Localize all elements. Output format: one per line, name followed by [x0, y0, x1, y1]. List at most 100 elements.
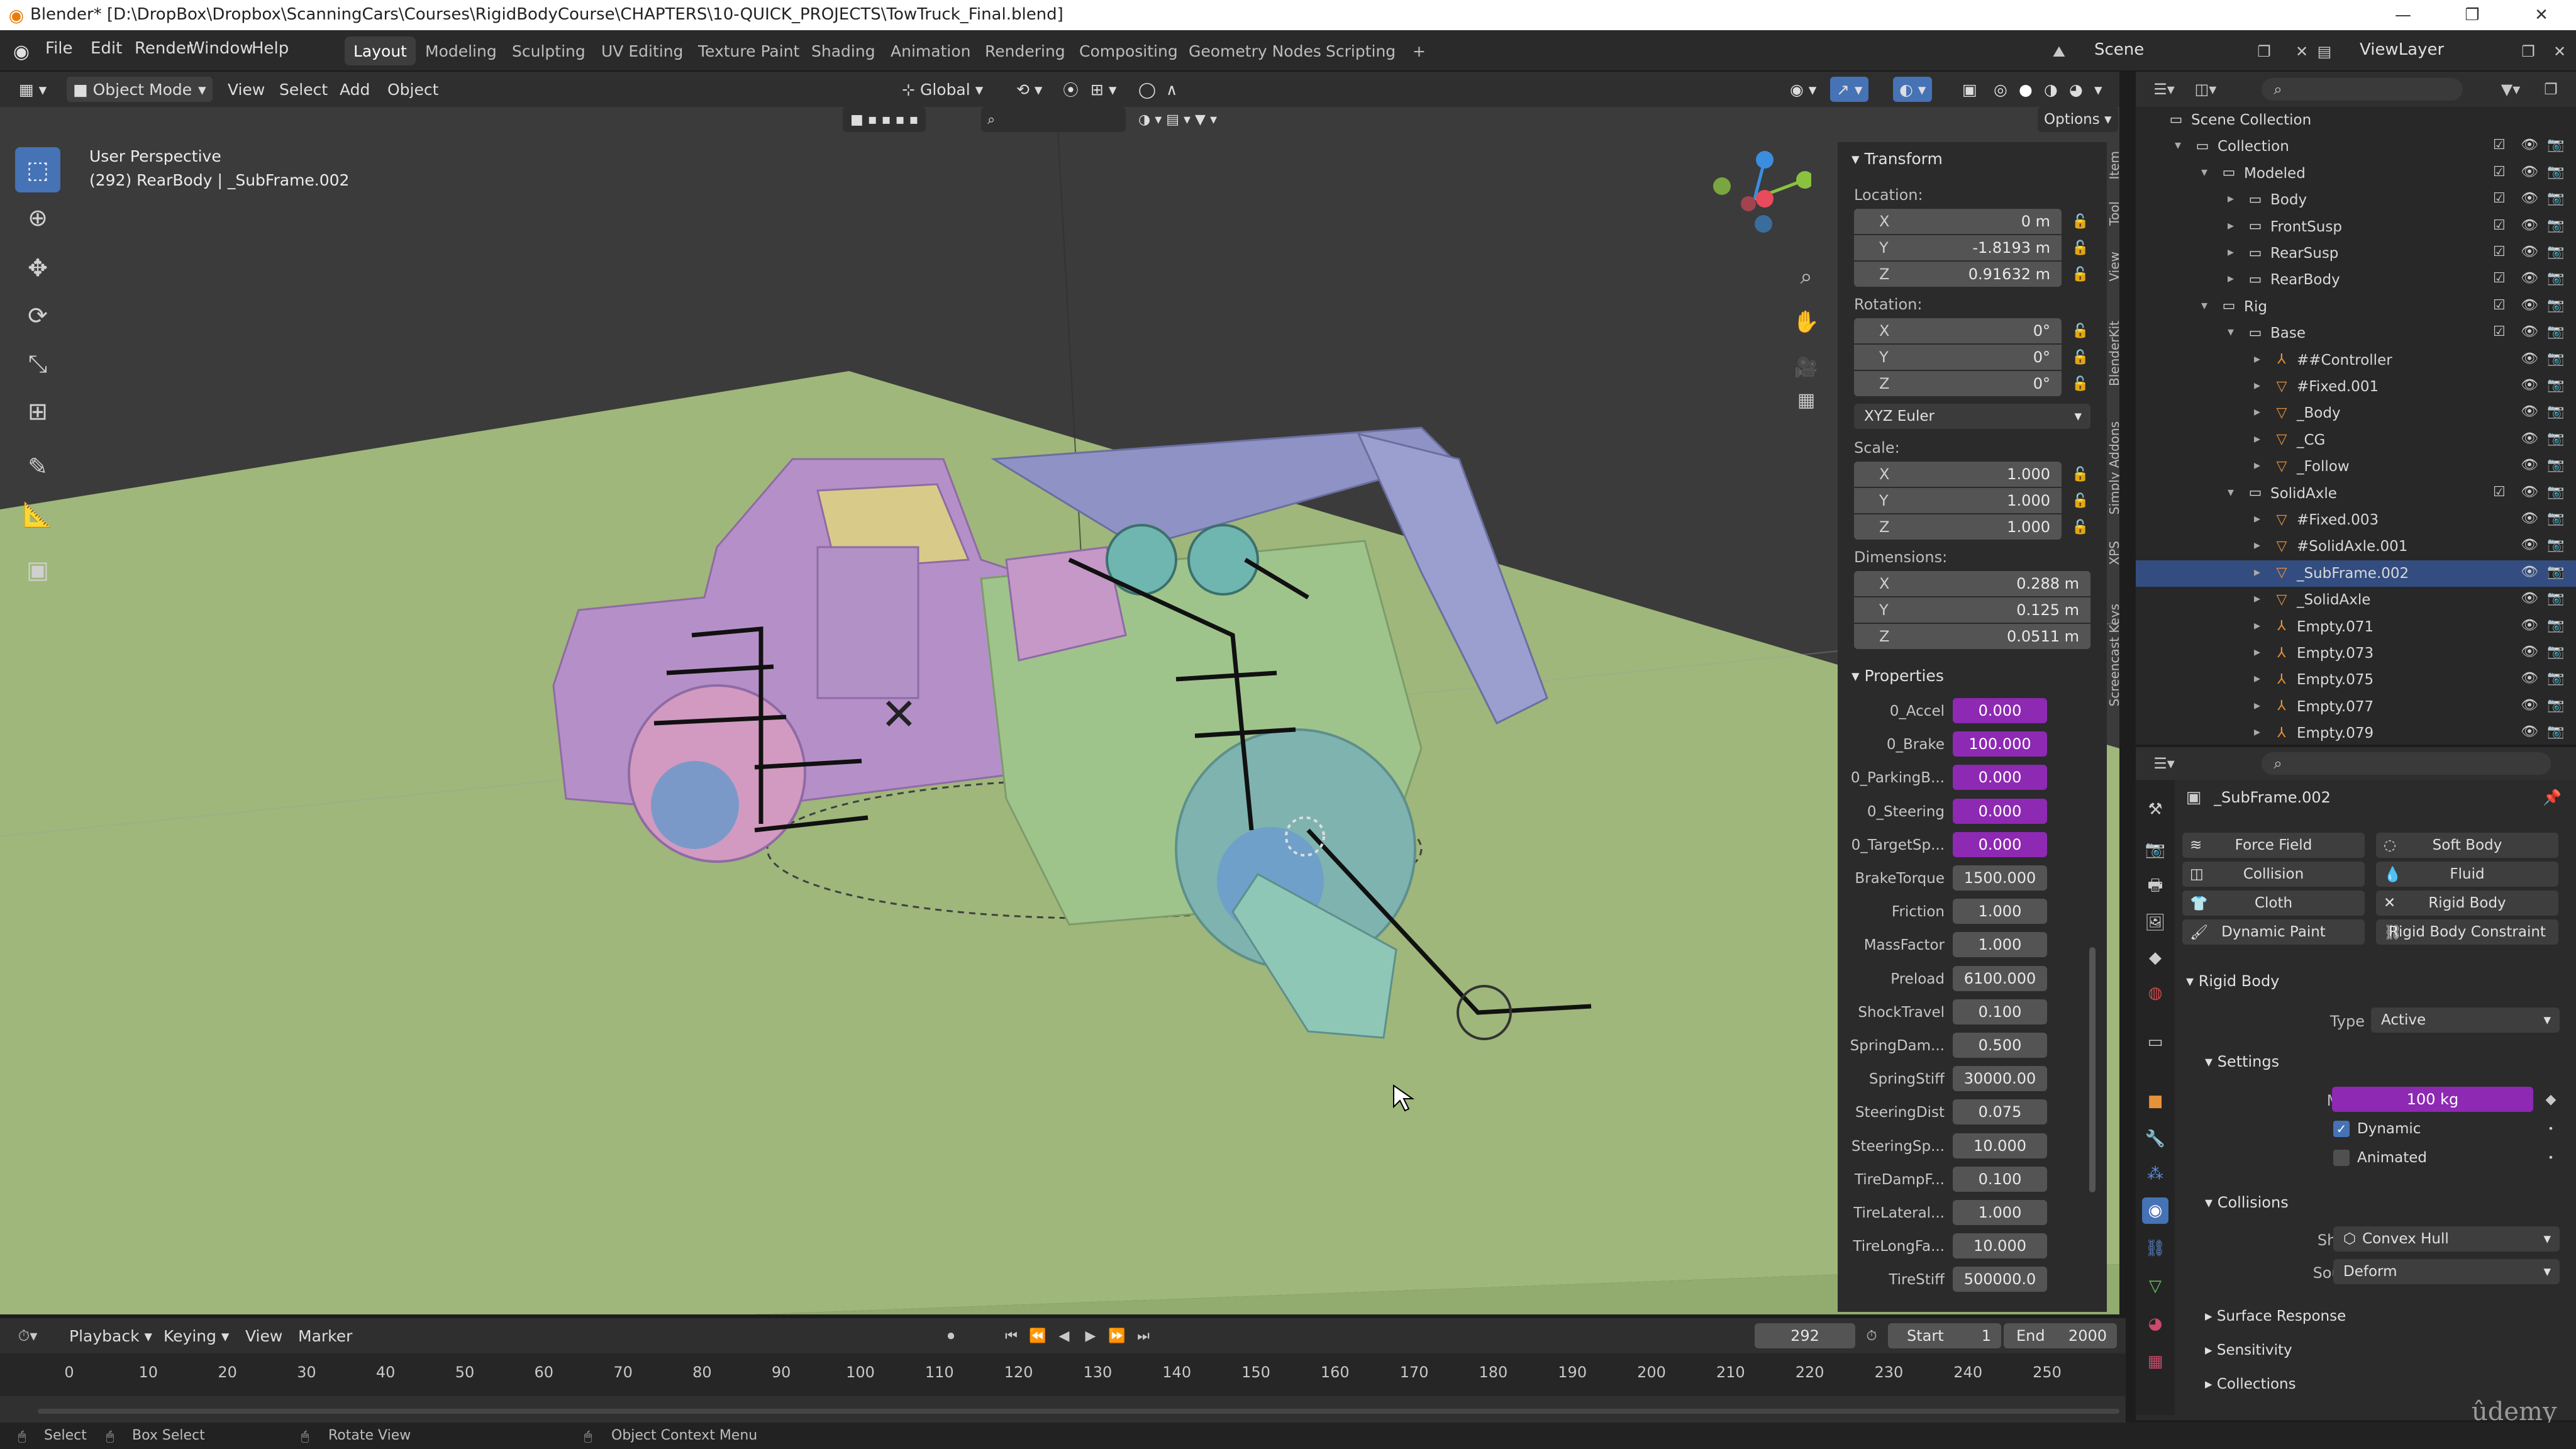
render-camera-icon[interactable]: 📷 [2547, 351, 2564, 367]
view-object-types-dropdown[interactable]: ◉ ▾ [1784, 77, 1823, 102]
transform-orientation-dropdown[interactable]: ⊹ Global ▾ [896, 77, 989, 102]
property-value-field[interactable]: 1.000 [1953, 899, 2047, 924]
property-value-field[interactable]: 100.000 [1953, 731, 2047, 757]
outliner-search[interactable]: ⌕ [2262, 78, 2463, 101]
sidebar-tab-simply-addons[interactable]: Simply Addons [2107, 421, 2119, 514]
editor-type-dropdown[interactable]: ▦ ▾ [13, 77, 53, 102]
lock-icon[interactable]: 🔓 [2070, 238, 2090, 258]
outliner-row[interactable]: ▾ ▭ SolidAxle ☑ 👁 📷 [2136, 480, 2576, 507]
menu-add[interactable]: Add [333, 77, 376, 102]
expand-arrow-icon[interactable]: ▸ [2228, 244, 2234, 259]
render-camera-icon[interactable]: 📷 [2547, 191, 2564, 206]
exclude-checkbox-icon[interactable]: ☑ [2493, 164, 2506, 180]
expand-arrow-icon[interactable]: ▸ [2228, 218, 2234, 233]
property-value-field[interactable]: 0.000 [1953, 698, 2047, 723]
property-value-field[interactable]: 0.500 [1953, 1033, 2047, 1058]
force-field-button[interactable]: ≋ Force Field [2182, 833, 2365, 858]
sidebar-tab-screencast-keys[interactable]: Screencast Keys [2107, 604, 2119, 706]
visibility-eye-icon[interactable]: 👁 [2521, 404, 2538, 419]
lock-icon[interactable]: 🔓 [2070, 321, 2090, 341]
lock-icon[interactable]: 🔓 [2070, 374, 2090, 394]
exclude-checkbox-icon[interactable]: ☑ [2493, 218, 2506, 233]
exclude-checkbox-icon[interactable]: ☑ [2493, 484, 2506, 500]
properties-search[interactable]: ⌕ [2262, 752, 2551, 775]
outliner-row[interactable]: ▸ ⅄ Empty.077 👁 📷 [2136, 694, 2576, 720]
outliner-row[interactable]: ▸ ▽ _CG 👁 📷 [2136, 427, 2576, 453]
dimensions-x-field[interactable]: X 0.288 m [1854, 571, 2090, 596]
viewport-filter-buttons[interactable]: ◑ ▾ ▤ ▾ ▼ ▾ [1132, 107, 1223, 132]
timeline-scrollbar[interactable] [38, 1409, 2119, 1414]
tab-texture-paint[interactable]: Texture Paint [689, 36, 808, 65]
scale-y-field[interactable]: Y 1.000 [1854, 488, 2062, 513]
outliner-row[interactable]: ▭ Scene Collection [2136, 107, 2576, 133]
tab-scripting[interactable]: Scripting [1317, 36, 1404, 65]
delete-scene-icon[interactable]: ✕ [2289, 39, 2314, 64]
gizmo-toggle[interactable]: ↗ ▾ [1830, 77, 1869, 102]
snap-target-dropdown[interactable]: ⊞ ▾ [1084, 77, 1123, 102]
expand-arrow-icon[interactable]: ▾ [2201, 164, 2207, 179]
soft-body-button[interactable]: ◌ Soft Body [2376, 833, 2558, 858]
cursor-tool[interactable]: ⊕ [15, 195, 60, 240]
visibility-eye-icon[interactable]: 👁 [2521, 431, 2538, 447]
minimize-button[interactable]: — [2368, 0, 2438, 30]
expand-arrow-icon[interactable]: ▸ [2254, 644, 2260, 659]
outliner-row[interactable]: ▸ ▭ RearBody ☑ 👁 📷 [2136, 267, 2576, 293]
texture-tab-icon[interactable]: ▦ [2142, 1348, 2168, 1375]
visibility-eye-icon[interactable]: 👁 [2521, 511, 2538, 526]
exclude-checkbox-icon[interactable]: ☑ [2493, 270, 2506, 286]
visibility-eye-icon[interactable]: 👁 [2521, 324, 2538, 340]
menu-file[interactable]: File [45, 39, 73, 58]
rigid-body-panel-header[interactable]: ▾ Rigid Body [2186, 972, 2279, 990]
expand-arrow-icon[interactable]: ▸ [2254, 697, 2260, 713]
move-tool[interactable]: ✥ [15, 245, 60, 291]
editor-type-dropdown[interactable]: ☰▾ [2148, 752, 2180, 775]
lock-icon[interactable]: 🔓 [2070, 347, 2090, 367]
menu-help[interactable]: Help [252, 39, 289, 58]
exclude-checkbox-icon[interactable]: ☑ [2493, 324, 2506, 340]
visibility-eye-icon[interactable]: 👁 [2521, 697, 2538, 713]
render-camera-icon[interactable]: 📷 [2547, 724, 2564, 740]
xray-toggle[interactable]: ▣ [1956, 77, 1984, 102]
visibility-eye-icon[interactable]: 👁 [2521, 244, 2538, 260]
proportional-falloff-icon[interactable]: ∧ [1160, 77, 1184, 102]
render-camera-icon[interactable]: 📷 [2547, 377, 2564, 393]
menu-edit[interactable]: Edit [91, 39, 122, 58]
outliner-row[interactable]: ▸ ⅄ ##Controller 👁 📷 [2136, 347, 2576, 374]
outliner-row[interactable]: ▸ ▽ #Fixed.001 👁 📷 [2136, 374, 2576, 400]
property-value-field[interactable]: 500000.0 [1953, 1267, 2047, 1292]
tab-shading[interactable]: Shading [802, 36, 884, 65]
expand-arrow-icon[interactable]: ▸ [2254, 351, 2260, 366]
property-value-field[interactable]: 10.000 [1953, 1233, 2047, 1259]
render-camera-icon[interactable]: 📷 [2547, 644, 2564, 660]
annotate-tool[interactable]: ✎ [15, 444, 60, 489]
pivot-point-dropdown[interactable]: ⟲ ▾ [1010, 77, 1048, 102]
visibility-eye-icon[interactable]: 👁 [2521, 377, 2538, 393]
cloth-button[interactable]: 👕 Cloth [2182, 891, 2365, 916]
expand-arrow-icon[interactable]: ▸ [2254, 618, 2260, 633]
sensitivity-panel-header[interactable]: ▸ Sensitivity [2205, 1342, 2292, 1358]
rigid-body-constraint-button[interactable]: ⛓ Rigid Body Constraint [2376, 919, 2558, 945]
visibility-eye-icon[interactable]: 👁 [2521, 618, 2538, 633]
viewport-search[interactable]: ⌕ [981, 107, 1126, 132]
property-value-field[interactable]: 10.000 [1953, 1133, 2047, 1158]
expand-arrow-icon[interactable]: ▸ [2254, 377, 2260, 392]
collection-tab-icon[interactable]: ▭ [2142, 1029, 2168, 1055]
property-value-field[interactable]: 0.000 [1953, 831, 2047, 857]
keyframe-dot-icon[interactable]: • [2541, 1118, 2561, 1138]
sidebar-tab-tool[interactable]: Tool [2107, 201, 2119, 226]
render-camera-icon[interactable]: 📷 [2547, 137, 2564, 153]
outliner-row[interactable]: ▸ ▽ _SolidAxle 👁 📷 [2136, 587, 2576, 613]
visibility-eye-icon[interactable]: 👁 [2521, 537, 2538, 553]
overlays-toggle[interactable]: ◐ ▾ [1893, 77, 1933, 102]
render-camera-icon[interactable]: 📷 [2547, 537, 2564, 553]
dimensions-z-field[interactable]: Z 0.0511 m [1854, 624, 2090, 649]
property-value-field[interactable]: 0.000 [1953, 765, 2047, 791]
visibility-eye-icon[interactable]: 👁 [2521, 644, 2538, 660]
dynamic-checkbox[interactable]: ✓ [2333, 1121, 2350, 1137]
exclude-checkbox-icon[interactable]: ☑ [2493, 297, 2506, 313]
editor-type-dropdown[interactable]: ☰▾ [2148, 78, 2180, 101]
fluid-button[interactable]: 💧 Fluid [2376, 862, 2558, 887]
visibility-eye-icon[interactable]: 👁 [2521, 484, 2538, 500]
mode-dropdown[interactable]: ■ Object Mode ▾ [67, 77, 213, 102]
rigid-body-type-dropdown[interactable]: Active ▾ [2371, 1008, 2560, 1033]
